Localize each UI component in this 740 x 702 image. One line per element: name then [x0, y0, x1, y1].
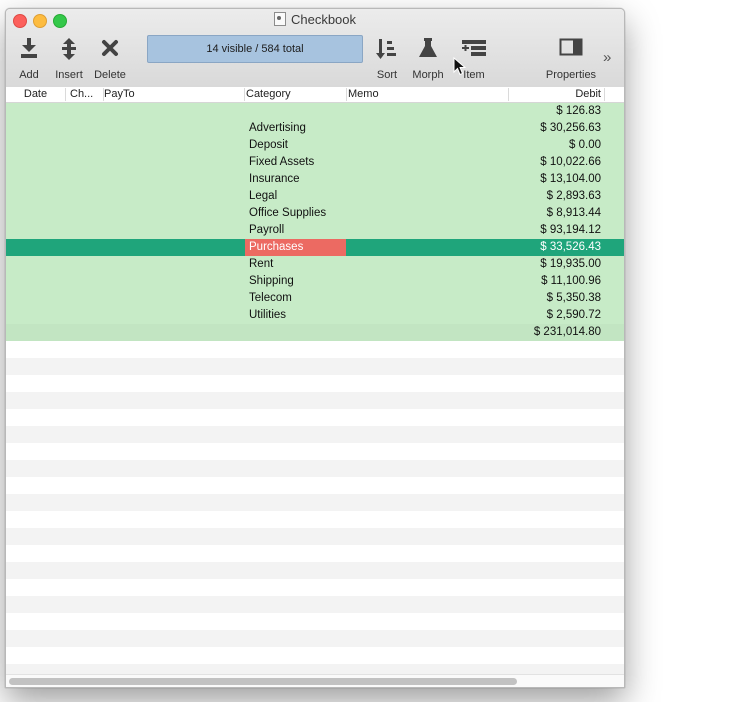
- category-cell: Telecom: [249, 292, 292, 304]
- column-header-debit[interactable]: Debit: [509, 88, 605, 101]
- morph-button[interactable]: Morph: [408, 35, 448, 81]
- insert-button[interactable]: Insert: [52, 35, 86, 81]
- sort-icon: [372, 37, 402, 61]
- window-title-text: Checkbook: [290, 12, 357, 27]
- insert-label: Insert: [55, 69, 83, 81]
- debit-cell: $ 11,100.96: [541, 275, 601, 287]
- table-row[interactable]: Deposit $ 0.00: [6, 137, 624, 154]
- debit-cell: $ 126.83: [556, 105, 601, 117]
- table-row[interactable]: Telecom $ 5,350.38: [6, 290, 624, 307]
- table-row[interactable]: Utilities $ 2,590.72: [6, 307, 624, 324]
- debit-cell: $ 5,350.38: [546, 292, 601, 304]
- sort-button[interactable]: Sort: [372, 35, 402, 81]
- empty-row: [6, 647, 624, 664]
- debit-cell: $ 30,256.63: [540, 122, 601, 134]
- category-cell: Shipping: [249, 275, 294, 287]
- category-cell: Rent: [249, 258, 274, 270]
- debit-cell: $ 13,104.00: [540, 173, 601, 185]
- toolbar-overflow-chevron-icon[interactable]: »: [603, 49, 611, 66]
- category-cell: Payroll: [249, 224, 285, 236]
- mouse-pointer-icon: [453, 57, 467, 76]
- table-row-selected[interactable]: Purchases $ 33,526.43: [6, 239, 624, 256]
- empty-row: [6, 630, 624, 647]
- empty-row: [6, 443, 624, 460]
- debit-cell: $ 8,913.44: [546, 207, 601, 219]
- add-arrow-down-icon: [14, 37, 44, 61]
- empty-row: [6, 596, 624, 613]
- morph-label: Morph: [412, 69, 444, 81]
- checkbook-window: Checkbook Add Insert Delete 14 visible /…: [5, 8, 625, 688]
- empty-row: [6, 409, 624, 426]
- empty-row: [6, 545, 624, 562]
- debit-cell: $ 10,022.66: [540, 156, 601, 168]
- table-row[interactable]: $ 126.83: [6, 103, 624, 120]
- column-header-payto[interactable]: PayTo: [104, 88, 245, 101]
- category-cell: Advertising: [249, 122, 306, 134]
- empty-row: [6, 494, 624, 511]
- debit-cell: $ 33,526.43: [540, 241, 601, 253]
- empty-row: [6, 460, 624, 477]
- category-cell: [247, 326, 249, 338]
- visible-count-field[interactable]: 14 visible / 584 total: [147, 35, 363, 63]
- table-row[interactable]: Fixed Assets $ 10,022.66: [6, 154, 624, 171]
- empty-row: [6, 528, 624, 545]
- delete-x-icon: [92, 37, 128, 61]
- table-row[interactable]: Advertising $ 30,256.63: [6, 120, 624, 137]
- table-row[interactable]: Office Supplies $ 8,913.44: [6, 205, 624, 222]
- delete-label: Delete: [94, 69, 126, 81]
- table-row[interactable]: Rent $ 19,935.00: [6, 256, 624, 273]
- add-button[interactable]: Add: [14, 35, 44, 81]
- category-cell: [247, 105, 249, 117]
- table-header: Date Ch... PayTo Category Memo Debit: [6, 87, 624, 103]
- delete-button[interactable]: Delete: [92, 35, 128, 81]
- category-cell: Deposit: [249, 139, 288, 151]
- category-cell: Utilities: [249, 309, 287, 321]
- category-cell: Office Supplies: [249, 207, 327, 219]
- table-row[interactable]: Payroll $ 93,194.12: [6, 222, 624, 239]
- visible-count-text: 14 visible / 584 total: [206, 43, 304, 55]
- flask-icon: [408, 37, 448, 61]
- add-label: Add: [19, 69, 39, 81]
- category-cell: Purchases: [249, 241, 304, 253]
- debit-cell: $ 2,590.72: [546, 309, 601, 321]
- total-debit-cell: $ 231,014.80: [533, 326, 601, 338]
- insert-arrows-icon: [52, 37, 86, 61]
- category-cell: Insurance: [249, 173, 300, 185]
- column-header-check[interactable]: Ch...: [66, 88, 104, 101]
- empty-row: [6, 511, 624, 528]
- debit-cell: $ 2,893.63: [546, 190, 601, 202]
- properties-button[interactable]: Properties: [542, 35, 600, 81]
- toolbar: Checkbook Add Insert Delete 14 visible /…: [6, 9, 624, 88]
- document-icon: [273, 12, 286, 26]
- empty-row: [6, 477, 624, 494]
- empty-row: [6, 392, 624, 409]
- debit-cell: $ 0.00: [569, 139, 601, 151]
- empty-row: [6, 613, 624, 630]
- empty-row: [6, 562, 624, 579]
- category-cell: Legal: [249, 190, 278, 202]
- column-header-category[interactable]: Category: [246, 88, 347, 101]
- empty-row: [6, 358, 624, 375]
- column-header-date[interactable]: Date: [6, 88, 66, 101]
- horizontal-scrollbar[interactable]: [6, 674, 624, 687]
- scrollbar-thumb[interactable]: [9, 678, 517, 685]
- sort-label: Sort: [376, 69, 398, 81]
- empty-row: [6, 375, 624, 392]
- table-row[interactable]: Shipping $ 11,100.96: [6, 273, 624, 290]
- table-row[interactable]: Insurance $ 13,104.00: [6, 171, 624, 188]
- properties-label: Properties: [545, 69, 597, 81]
- category-cell: Fixed Assets: [249, 156, 315, 168]
- sidebar-panel-icon: [542, 37, 600, 61]
- debit-cell: $ 19,935.00: [540, 258, 601, 270]
- column-header-memo[interactable]: Memo: [348, 88, 509, 101]
- table-row-total[interactable]: $ 231,014.80: [6, 324, 624, 341]
- debit-cell: $ 93,194.12: [540, 224, 601, 236]
- empty-row: [6, 579, 624, 596]
- empty-row: [6, 341, 624, 358]
- table-row[interactable]: Legal $ 2,893.63: [6, 188, 624, 205]
- empty-row: [6, 426, 624, 443]
- window-title: Checkbook: [6, 12, 624, 27]
